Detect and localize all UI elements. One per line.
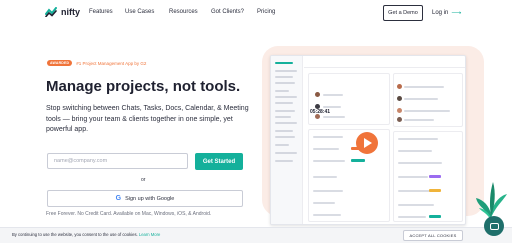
or-divider: or (141, 177, 146, 183)
cookie-banner: By continuing to use the website, you co… (0, 227, 512, 243)
arrow-right-icon: ⟶ (451, 10, 462, 17)
meeting-timer: 05:28:41 (310, 109, 331, 115)
play-icon (364, 138, 372, 148)
nav-link-features[interactable]: Features (89, 9, 113, 15)
chat-launcher-button[interactable] (484, 216, 504, 236)
logo-text: nifty (61, 7, 80, 17)
meeting-card (308, 73, 390, 125)
google-signup-button[interactable]: G Sign up with Google (47, 190, 243, 207)
nav-link-resources[interactable]: Resources (169, 9, 198, 15)
nav-link-use-cases[interactable]: Use Cases (125, 9, 154, 15)
app-topbar (304, 56, 465, 68)
award-text: #1 Project Management App by G2 (76, 60, 147, 66)
login-link[interactable]: Log in ⟶ (432, 9, 461, 17)
landing-page: nifty Features Use Cases Resources Got C… (0, 0, 512, 243)
cookie-text: By continuing to use the website, you co… (12, 232, 160, 237)
hero-headline: Manage projects, not tools. (46, 78, 241, 95)
award-badge: AWARDED (47, 60, 73, 66)
top-nav: nifty Features Use Cases Resources Got C… (0, 0, 512, 26)
google-signup-label: Sign up with Google (125, 195, 175, 202)
accept-cookies-button[interactable]: ACCEPT ALL COOKIES (403, 230, 463, 241)
play-video-button[interactable] (356, 132, 378, 154)
hero-subheadline: Stop switching between Chats, Tasks, Doc… (46, 105, 249, 133)
get-demo-button[interactable]: Get a Demo (383, 5, 423, 21)
nifty-logo-icon (45, 7, 57, 17)
chat-icon (489, 222, 499, 230)
award-badge-row: AWARDED #1 Project Management App by G2 (47, 60, 146, 66)
login-label: Log in (432, 10, 449, 16)
nav-link-pricing[interactable]: Pricing (257, 9, 275, 15)
nav-link-got-clients[interactable]: Got Clients? (211, 9, 244, 15)
app-sidebar (271, 56, 303, 224)
fine-print: Free Forever. No Credit Card. Available … (46, 211, 212, 217)
email-input[interactable]: name@company.com (47, 153, 188, 169)
logo[interactable]: nifty (45, 7, 80, 17)
learn-more-link[interactable]: Learn More (139, 232, 160, 237)
cookie-message: By continuing to use the website, you co… (12, 232, 138, 237)
get-started-button[interactable]: Get Started (195, 153, 243, 170)
google-icon: G (115, 195, 122, 202)
